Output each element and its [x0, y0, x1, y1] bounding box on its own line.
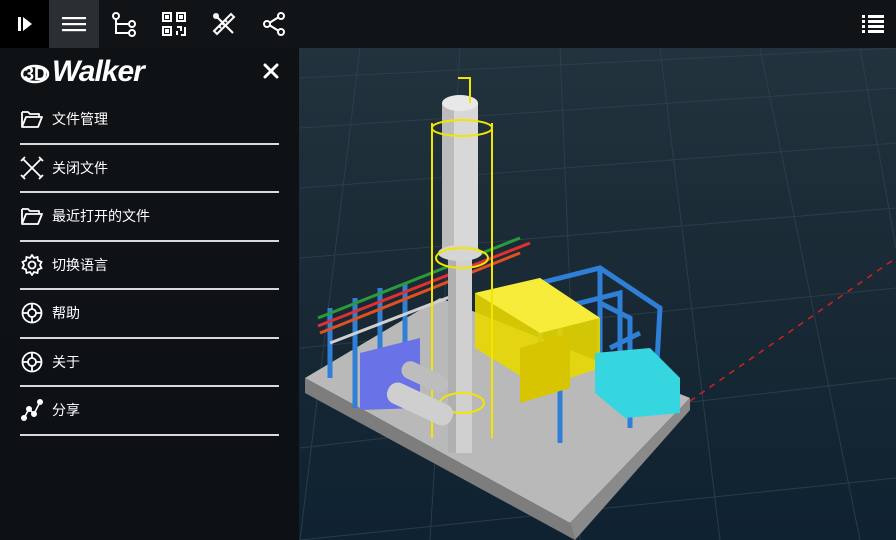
close-file-icon [20, 156, 44, 180]
share-icon [263, 12, 285, 36]
tree-structure-icon [112, 12, 136, 37]
help-lifebuoy-icon [20, 301, 44, 325]
menu-item-help[interactable]: 帮助 [20, 290, 279, 339]
list-view-icon [862, 15, 884, 33]
qr-code-button[interactable] [149, 0, 199, 48]
share-graph-icon [20, 398, 44, 422]
play-panel-icon [17, 17, 32, 31]
folder-open-icon [20, 107, 44, 131]
menu-item-label: 切换语言 [52, 257, 108, 274]
hamburger-menu-icon [62, 17, 86, 32]
measure-tools-icon [212, 12, 236, 36]
menu-item-recent-files[interactable]: 最近打开的文件 [20, 193, 279, 242]
side-menu-panel: 3D Walker 文件管理 关闭文件 最近打开的文件 切换语言 帮助 关于 分… [0, 48, 299, 540]
close-icon [263, 63, 279, 79]
menu-item-label: 关于 [52, 354, 80, 371]
menu-item-switch-language[interactable]: 切换语言 [20, 242, 279, 290]
menu-item-close-file[interactable]: 关闭文件 [20, 145, 279, 193]
share-button[interactable] [249, 0, 299, 48]
qr-code-icon [162, 12, 186, 36]
menu-item-label: 关闭文件 [52, 160, 108, 177]
menu-toggle-button[interactable] [49, 0, 99, 48]
brand-logo: 3D Walker [20, 55, 145, 88]
menu-item-label: 最近打开的文件 [52, 209, 150, 226]
top-toolbar [0, 0, 896, 48]
menu-item-share[interactable]: 分享 [20, 387, 279, 436]
folder-open-icon [20, 204, 44, 228]
model-tree-button[interactable] [99, 0, 149, 48]
menu-item-label: 分享 [52, 403, 80, 420]
menu-item-file-management[interactable]: 文件管理 [20, 96, 279, 145]
menu-item-label: 文件管理 [52, 112, 108, 129]
close-menu-button[interactable] [260, 60, 282, 82]
about-lifebuoy-icon [20, 350, 44, 374]
menu-item-about[interactable]: 关于 [20, 339, 279, 387]
menu-item-label: 帮助 [52, 306, 80, 323]
3d-logo-icon: 3D [20, 64, 50, 84]
svg-text:3D: 3D [24, 64, 47, 84]
gear-icon [20, 253, 44, 277]
brand-name: Walker [52, 55, 145, 88]
play-panel-button[interactable] [0, 0, 49, 48]
sidebar-menu: 文件管理 关闭文件 最近打开的文件 切换语言 帮助 关于 分享 [20, 96, 279, 436]
list-view-button[interactable] [850, 0, 896, 48]
measure-tools-button[interactable] [199, 0, 249, 48]
